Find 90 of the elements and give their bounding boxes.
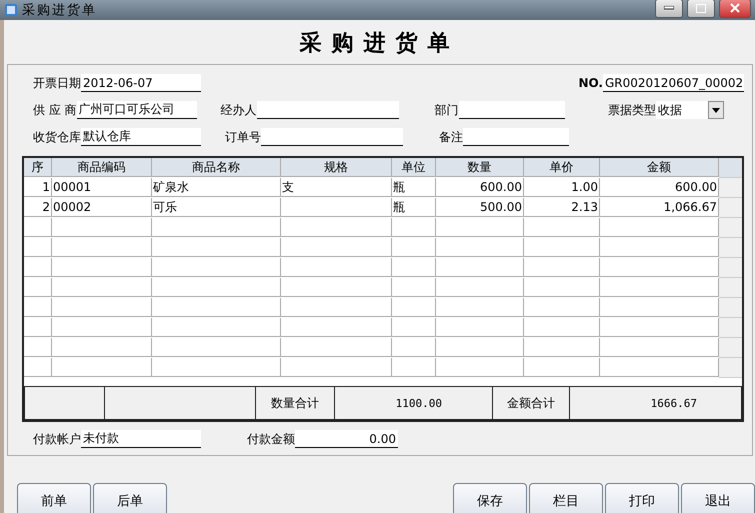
column-header: 商品编码	[52, 158, 152, 177]
field-label: 供 应 商	[32, 102, 77, 118]
table-cell	[24, 238, 52, 257]
table-cell: 2	[24, 198, 52, 217]
input-field[interactable]	[261, 128, 403, 146]
field-label: 备注	[438, 128, 463, 146]
input-field[interactable]	[463, 128, 569, 146]
table-filler	[719, 238, 742, 258]
field-label: 开票日期	[32, 74, 81, 92]
minimize-icon	[664, 6, 674, 10]
input-field[interactable]	[458, 101, 565, 119]
table-cell: 2.13	[524, 198, 600, 217]
field-label: 付款金额	[246, 430, 295, 448]
table-cell: 00002	[52, 198, 152, 217]
input-field[interactable]: 广州可口可乐公司	[76, 101, 197, 119]
table-cell	[392, 258, 436, 277]
table-cell: 可乐	[152, 198, 281, 217]
action-button[interactable]: 打印	[605, 483, 679, 513]
table-cell	[24, 358, 52, 377]
table-cell	[392, 298, 436, 317]
table-filler	[719, 338, 742, 358]
table-cell	[24, 298, 52, 317]
table-cell	[24, 218, 52, 237]
column-header: 规格	[281, 158, 392, 177]
date-field[interactable]: 2012-06-07	[81, 74, 201, 92]
table-cell: 支	[281, 178, 392, 197]
table-cell	[392, 318, 436, 337]
field-label: NO.	[578, 76, 603, 90]
field-label: 收货仓库	[32, 128, 81, 146]
table-cell: 矿泉水	[152, 178, 281, 197]
table-cell	[392, 238, 436, 257]
nav-button[interactable]: 前单	[17, 483, 91, 513]
table-filler	[719, 158, 742, 178]
number-field[interactable]: GR0020120607_00002	[603, 74, 744, 92]
table-filler	[719, 218, 742, 238]
table-filler	[719, 278, 742, 298]
form-heading: 采购进货单	[298, 29, 460, 58]
table-cell: 500.00	[436, 198, 524, 217]
column-header: 单价	[524, 158, 600, 177]
input-field[interactable]: 默认仓库	[81, 128, 201, 146]
field-label: 付款帐户	[32, 430, 81, 448]
table-filler	[719, 298, 742, 318]
action-button[interactable]: 栏目	[529, 483, 603, 513]
total-value: 1666.67	[650, 396, 698, 412]
field-label: 票据类型	[608, 102, 656, 118]
minimize-button[interactable]	[655, 0, 683, 18]
close-icon	[730, 3, 740, 13]
table-cell	[392, 278, 436, 297]
field-label: 订单号	[224, 128, 261, 146]
column-header: 金额	[600, 158, 719, 177]
table-filler	[719, 258, 742, 278]
maximize-button[interactable]	[687, 0, 715, 18]
table-cell: 1	[24, 178, 52, 197]
action-button[interactable]: 保存	[453, 483, 527, 513]
amount-field[interactable]: 0.00	[295, 430, 398, 448]
table-filler	[719, 318, 742, 338]
table-cell: 瓶	[392, 198, 436, 217]
maximize-icon	[696, 4, 706, 12]
total-label: 数量合计	[256, 387, 335, 419]
table-filler	[719, 178, 742, 198]
table-cell	[392, 358, 436, 377]
field-label: 经办人	[220, 102, 257, 118]
table-filler	[719, 358, 742, 378]
table-cell	[392, 338, 436, 357]
total-label: 金额合计	[493, 387, 570, 419]
column-header: 商品名称	[152, 158, 281, 177]
column-header: 数量	[436, 158, 524, 177]
table-cell	[24, 318, 52, 337]
dropdown-arrow-icon	[712, 108, 720, 112]
column-header: 单位	[392, 158, 436, 177]
table-cell: 600.00	[436, 178, 524, 197]
input-field[interactable]	[256, 101, 399, 119]
field-label: 部门	[434, 102, 459, 118]
column-header: 序	[24, 158, 52, 177]
action-button[interactable]: 退出	[681, 483, 755, 513]
table-cell	[392, 218, 436, 237]
total-value: 1100.00	[335, 387, 493, 419]
bill-type-select[interactable]: 收据	[656, 101, 724, 119]
account-field[interactable]: 未付款	[81, 430, 201, 448]
table-cell	[24, 278, 52, 297]
table-cell: 1.00	[524, 178, 600, 197]
table-cell	[24, 338, 52, 357]
nav-button[interactable]: 后单	[93, 483, 167, 513]
table-cell	[24, 258, 52, 277]
table-cell: 00001	[52, 178, 152, 197]
close-button[interactable]	[719, 0, 751, 18]
table-filler	[719, 198, 742, 218]
table-cell: 瓶	[392, 178, 436, 197]
app-icon	[4, 3, 18, 17]
window-title: 采购进货单	[22, 2, 98, 19]
